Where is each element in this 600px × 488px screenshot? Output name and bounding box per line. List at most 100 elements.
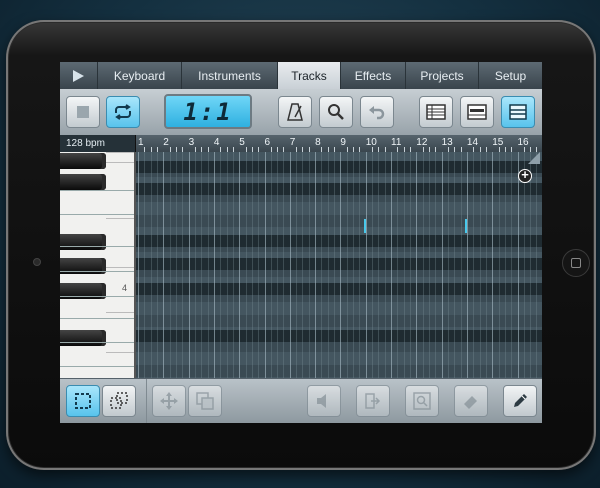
black-key-row[interactable] [136, 258, 542, 271]
grid-line [144, 152, 146, 378]
bar-number: 5 [239, 137, 245, 148]
move-button[interactable] [152, 385, 186, 417]
pencil-button[interactable] [503, 385, 537, 417]
camera-icon [33, 258, 41, 266]
white-key-divider [60, 246, 134, 247]
grid-line [251, 152, 253, 378]
grid-line [239, 152, 241, 378]
white-key-edge [106, 267, 134, 268]
black-key-row[interactable] [136, 283, 542, 296]
grid-line [232, 152, 234, 378]
black-key[interactable] [60, 330, 106, 346]
stop-icon [77, 106, 89, 118]
note-grid[interactable]: + [136, 152, 542, 378]
black-key-row[interactable] [136, 234, 542, 247]
white-key-edge [106, 162, 134, 163]
add-icon[interactable]: + [518, 168, 532, 183]
grid-line [175, 152, 177, 378]
black-key-row[interactable] [136, 183, 542, 196]
black-key[interactable] [60, 234, 106, 250]
select-lasso-icon [110, 392, 128, 409]
export-icon [365, 393, 381, 409]
bar-number: 8 [315, 137, 321, 148]
midi-note[interactable] [465, 219, 467, 233]
black-key[interactable] [60, 153, 106, 169]
metronome-button[interactable] [278, 96, 312, 128]
tab-setup[interactable]: Setup [479, 62, 542, 89]
select-rect-icon [75, 393, 91, 409]
grid-row[interactable] [136, 364, 542, 377]
select-lasso-button[interactable] [102, 385, 136, 417]
tab-keyboard[interactable]: Keyboard [98, 62, 182, 89]
grid-line [226, 152, 228, 378]
grid-line [428, 152, 430, 378]
grid-line [207, 152, 209, 378]
mixer-view-button[interactable] [501, 96, 535, 128]
tab-projects[interactable]: Projects [406, 62, 479, 89]
timeline-ruler[interactable]: 1 2 3 4 5 6 7 8 9 10 11 12 13 14 15 16 [136, 135, 542, 153]
tab-tracks[interactable]: Tracks [278, 62, 341, 89]
grid-row[interactable] [136, 202, 542, 215]
mixer-view-icon [509, 104, 527, 120]
play-button[interactable] [60, 62, 98, 89]
grid-line [220, 152, 222, 378]
white-key-divider [60, 366, 134, 367]
grid-line [359, 152, 361, 378]
grid-line [403, 152, 405, 378]
home-button[interactable] [562, 249, 590, 277]
grid-line [530, 152, 532, 378]
zoom-fit-icon [413, 392, 431, 410]
grid-line [422, 152, 424, 378]
stop-button[interactable] [66, 96, 100, 128]
move-icon [160, 392, 178, 410]
eraser-icon [464, 396, 477, 409]
volume-icon [317, 394, 326, 408]
grid-line [315, 152, 317, 378]
black-key[interactable] [60, 174, 106, 190]
grid-line [194, 152, 196, 378]
export-button[interactable] [356, 385, 390, 417]
black-key-row[interactable] [136, 160, 542, 173]
track-view-button[interactable] [460, 96, 494, 128]
piano-keyboard[interactable]: 4 [60, 152, 136, 378]
midi-note[interactable] [364, 219, 366, 233]
grid-row[interactable] [136, 352, 542, 365]
undo-button[interactable] [360, 96, 394, 128]
grid-row[interactable] [136, 302, 542, 315]
grid-line [302, 152, 304, 378]
grid-line [409, 152, 411, 378]
grid-line [258, 152, 260, 378]
grid-line [492, 152, 494, 378]
grid-line [435, 152, 437, 378]
play-icon [73, 69, 84, 82]
list-view-button[interactable] [419, 96, 453, 128]
bar-number: 9 [340, 137, 346, 148]
loop-button[interactable] [106, 96, 140, 128]
search-button[interactable] [319, 96, 353, 128]
grid-corner-marker [528, 152, 540, 164]
bar-number: 3 [188, 137, 195, 148]
bar-number: 2 [163, 137, 169, 148]
tab-instruments[interactable]: Instruments [182, 62, 278, 89]
grid-line [245, 152, 247, 378]
white-key-divider [60, 190, 134, 191]
metronome-icon [287, 103, 303, 121]
eraser-button[interactable] [454, 385, 488, 417]
grid-row[interactable] [136, 314, 542, 327]
tab-effects[interactable]: Effects [341, 62, 406, 89]
grid-line [169, 152, 171, 378]
volume-button[interactable] [307, 385, 341, 417]
grid-line [511, 152, 513, 378]
select-rect-button[interactable] [66, 385, 100, 417]
grid-line [283, 152, 285, 378]
tempo-label[interactable]: 128 bpm [60, 135, 136, 152]
copy-button[interactable] [188, 385, 222, 417]
grid-line [264, 152, 266, 378]
grid-line [270, 152, 272, 378]
grid-line [289, 152, 291, 378]
grid-row[interactable] [136, 214, 542, 227]
bar-number: 11 [391, 137, 402, 148]
grid-line [340, 152, 342, 378]
zoom-fit-button[interactable] [405, 385, 439, 417]
black-key-row[interactable] [136, 329, 542, 342]
